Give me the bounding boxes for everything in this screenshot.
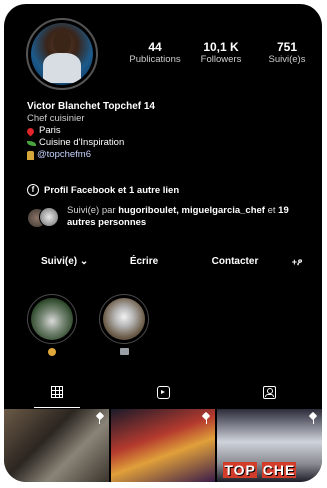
posts-grid: TOP CHE xyxy=(4,409,322,482)
tv-emoji-icon xyxy=(119,348,129,355)
cook-emoji-icon xyxy=(48,348,56,356)
lamp-icon xyxy=(27,150,34,160)
reels-icon xyxy=(156,385,170,399)
followed-by[interactable]: Suivi(e) par hugoriboulet, miguelgarcia_… xyxy=(27,205,302,229)
highlight-label xyxy=(27,348,77,359)
post-thumbnail[interactable]: TOP CHE xyxy=(217,409,322,482)
bio-handle-link[interactable]: @topchefm6 xyxy=(37,149,91,161)
tagged-icon xyxy=(262,385,276,399)
followed-by-avatars xyxy=(27,205,59,228)
profile-screen: 44 Publications 10,1 K Followers 751 Sui… xyxy=(4,4,322,482)
tab-posts[interactable] xyxy=(4,380,110,408)
tab-reels[interactable] xyxy=(110,380,216,404)
highlight-item[interactable] xyxy=(27,294,77,359)
followed-by-text: Suivi(e) par hugoriboulet, miguelgarcia_… xyxy=(67,205,302,229)
grid-icon xyxy=(51,386,63,398)
message-button[interactable]: Écrire xyxy=(103,252,185,272)
profile-links[interactable]: f Profil Facebook et 1 autre lien xyxy=(27,184,179,196)
bio-location-text: Paris xyxy=(39,125,61,136)
highlight-ring xyxy=(99,294,149,344)
profile-actions: Suivi(e) ⌄ Écrire Contacter +ዖ xyxy=(27,252,312,272)
stat-followers[interactable]: 10,1 K Followers xyxy=(188,40,254,66)
facebook-icon: f xyxy=(27,184,39,196)
profile-stats: 44 Publications 10,1 K Followers 751 Sui… xyxy=(122,40,322,66)
highlight-cover xyxy=(31,298,73,340)
post-thumbnail[interactable] xyxy=(110,409,216,482)
pinned-icon xyxy=(202,413,210,424)
stat-followers-label: Followers xyxy=(200,54,242,65)
highlight-ring xyxy=(27,294,77,344)
profile-avatar[interactable] xyxy=(26,18,98,90)
stat-publications-label: Publications xyxy=(129,54,181,65)
stat-following[interactable]: 751 Suivi(e)s xyxy=(254,40,320,66)
follower-avatar xyxy=(39,207,59,227)
profile-bio: Victor Blanchet Topchef 14 Chef cuisinie… xyxy=(25,101,155,161)
pinned-icon xyxy=(96,413,104,424)
story-highlights xyxy=(27,294,149,359)
contact-button[interactable]: Contacter xyxy=(185,252,285,272)
bio-cuisine: Cuisine d'Inspiration xyxy=(27,137,155,149)
followed-by-middle: et xyxy=(264,205,279,216)
followed-by-users: hugoriboulet, miguelgarcia_chef xyxy=(118,205,265,216)
logo-text-1: TOP xyxy=(223,462,257,478)
followed-by-prefix: Suivi(e) par xyxy=(67,205,119,216)
profile-links-text: Profil Facebook et 1 autre lien xyxy=(44,184,180,196)
avatar-image xyxy=(31,23,93,85)
stat-following-label: Suivi(e)s xyxy=(268,54,306,65)
highlight-cover xyxy=(103,298,145,340)
location-pin-icon xyxy=(25,126,36,136)
profile-category: Chef cuisinier xyxy=(27,113,85,124)
logo-text-2: CHE xyxy=(261,462,297,478)
stat-publications[interactable]: 44 Publications xyxy=(122,40,188,66)
bio-location: Paris xyxy=(25,125,155,137)
following-button[interactable]: Suivi(e) ⌄ xyxy=(27,252,103,272)
tab-tagged[interactable] xyxy=(216,380,322,404)
leaf-icon xyxy=(27,140,36,146)
stat-publications-value: 44 xyxy=(148,40,162,54)
profile-tabs xyxy=(4,380,322,408)
highlight-item[interactable] xyxy=(99,294,149,359)
bio-cuisine-text: Cuisine d'Inspiration xyxy=(39,137,125,148)
profile-name: Victor Blanchet Topchef 14 xyxy=(27,101,155,112)
pinned-icon xyxy=(309,413,317,424)
stat-following-value: 751 xyxy=(276,40,298,54)
topchef-logo: TOP CHE xyxy=(223,462,297,478)
stat-followers-value: 10,1 K xyxy=(203,40,239,54)
bio-handle: @topchefm6 xyxy=(27,149,155,161)
highlight-label xyxy=(99,348,149,358)
suggest-people-button[interactable]: +ዖ xyxy=(285,252,309,272)
post-thumbnail[interactable] xyxy=(4,409,109,482)
